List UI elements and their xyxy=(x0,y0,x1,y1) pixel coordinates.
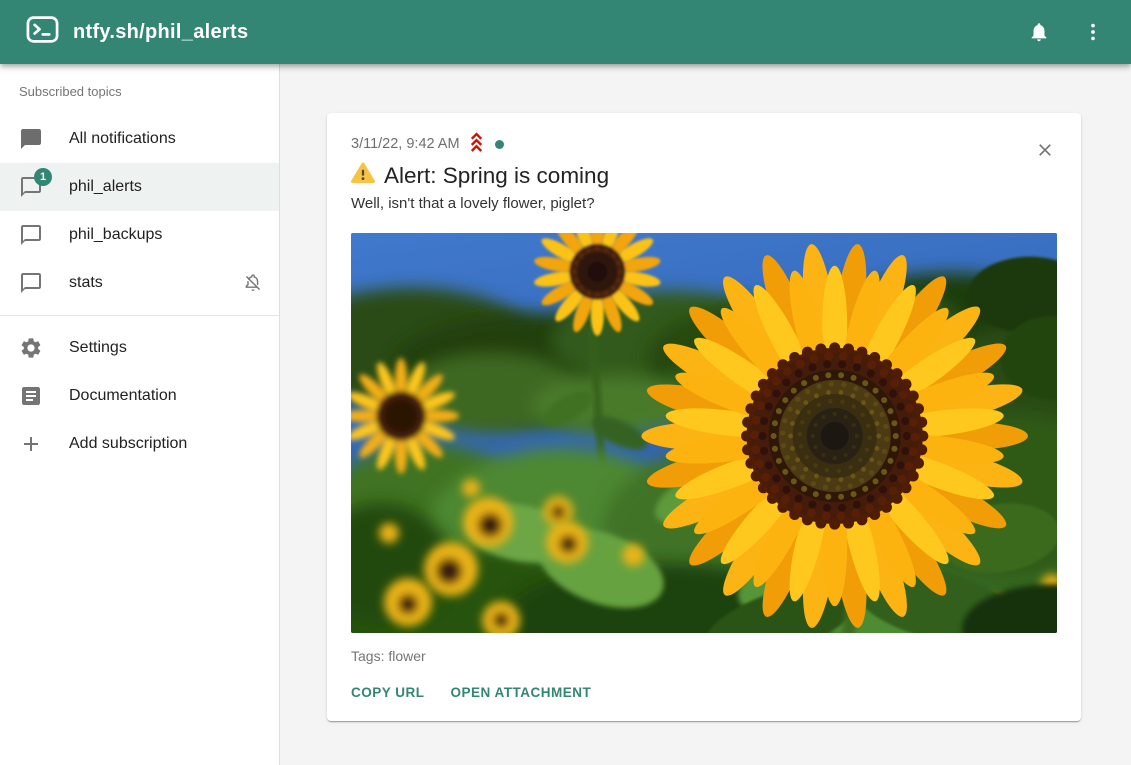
notifications-bell-button[interactable] xyxy=(1017,10,1061,54)
main-content: 3/11/22, 9:42 AM xyxy=(280,64,1131,765)
chat-bubble-outline-icon xyxy=(19,223,43,247)
sidebar-item-label: Documentation xyxy=(69,387,177,405)
sidebar: Subscribed topics All notifications 1 ph… xyxy=(0,64,280,765)
sidebar-divider xyxy=(0,315,279,316)
sidebar-item-settings[interactable]: Settings xyxy=(0,324,279,372)
notification-body: Well, isn't that a lovely flower, piglet… xyxy=(351,195,1057,212)
bell-off-icon xyxy=(243,273,263,293)
subscribed-topics-label: Subscribed topics xyxy=(0,74,279,115)
sidebar-item-stats[interactable]: stats xyxy=(0,259,279,307)
copy-url-button[interactable]: COPY URL xyxy=(343,676,433,709)
close-icon xyxy=(1035,140,1055,160)
overflow-menu-button[interactable] xyxy=(1071,10,1115,54)
chat-bubble-outline-icon: 1 xyxy=(19,175,43,199)
ntfy-app: ntfy.sh/phil_alerts Subscribed topics xyxy=(0,0,1131,765)
more-vert-icon xyxy=(1082,21,1104,43)
chat-bubble-outline-icon xyxy=(19,271,43,295)
app-bar: ntfy.sh/phil_alerts xyxy=(0,0,1131,64)
warning-triangle-icon xyxy=(351,162,375,190)
sidebar-item-label: stats xyxy=(69,274,103,292)
sidebar-item-label: phil_alerts xyxy=(69,178,142,196)
sidebar-item-all-notifications[interactable]: All notifications xyxy=(0,115,279,163)
plus-icon xyxy=(19,432,43,456)
article-icon xyxy=(19,384,43,408)
sidebar-item-phil-alerts[interactable]: 1 phil_alerts xyxy=(0,163,279,211)
chat-bubble-filled-icon xyxy=(19,127,43,151)
bell-icon xyxy=(1028,21,1050,43)
sidebar-item-label: Add subscription xyxy=(69,435,187,453)
sidebar-item-add-subscription[interactable]: Add subscription xyxy=(0,420,279,468)
page-title: ntfy.sh/phil_alerts xyxy=(73,21,248,44)
gear-icon xyxy=(19,336,43,360)
open-attachment-button[interactable]: OPEN ATTACHMENT xyxy=(443,676,600,709)
attachment-image[interactable] xyxy=(351,233,1057,633)
close-notification-button[interactable] xyxy=(1033,138,1057,162)
notification-tags: Tags: flower xyxy=(351,648,1057,664)
triple-chevron-up-icon xyxy=(466,131,487,157)
notification-title-row: Alert: Spring is coming xyxy=(351,162,1057,190)
terminal-icon xyxy=(26,16,59,48)
sidebar-item-label: phil_backups xyxy=(69,226,162,244)
unread-count-badge: 1 xyxy=(34,168,52,186)
sidebar-item-documentation[interactable]: Documentation xyxy=(0,372,279,420)
notification-meta: 3/11/22, 9:42 AM xyxy=(351,134,1057,154)
sidebar-item-label: All notifications xyxy=(69,130,176,148)
sidebar-item-phil-backups[interactable]: phil_backups xyxy=(0,211,279,259)
notification-timestamp: 3/11/22, 9:42 AM xyxy=(351,136,460,152)
notification-card: 3/11/22, 9:42 AM xyxy=(327,113,1081,721)
unread-dot xyxy=(495,140,504,149)
notification-actions: COPY URL OPEN ATTACHMENT xyxy=(343,676,1057,709)
notification-title: Alert: Spring is coming xyxy=(384,163,609,189)
sidebar-item-label: Settings xyxy=(69,339,127,357)
